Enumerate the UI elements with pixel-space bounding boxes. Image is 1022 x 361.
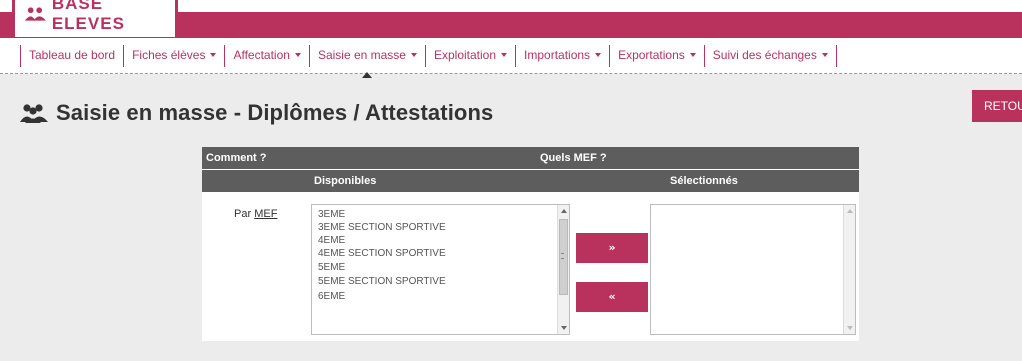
mef-selection-panel: Comment ? Quels MEF ? Disponibles Sélect… xyxy=(202,147,859,341)
header-selected: Sélectionnés xyxy=(670,175,738,187)
page-title: Saisie en masse - Diplômes / Attestation… xyxy=(20,100,493,126)
list-item[interactable]: 4EME SECTION SPORTIVE xyxy=(318,247,446,260)
app-logo[interactable]: BASE ELEVES xyxy=(12,0,178,40)
panel-header: Comment ? Quels MEF ? xyxy=(202,147,859,169)
main-nav-bar: Tableau de bord Fiches élèves Affectatio… xyxy=(0,38,1022,78)
add-selected-button[interactable]: » xyxy=(576,233,648,263)
header-available: Disponibles xyxy=(314,175,377,187)
nav-item-label: Suivi des échanges xyxy=(712,48,817,62)
nav-item-saisie-en-masse[interactable]: Saisie en masse xyxy=(310,45,426,78)
nav-item-suivi-des-echanges[interactable]: Suivi des échanges xyxy=(705,45,837,67)
remove-selected-button[interactable]: « xyxy=(576,282,648,312)
caret-down-icon xyxy=(294,53,301,57)
caret-down-icon xyxy=(821,53,828,57)
scroll-up-arrow-icon[interactable] xyxy=(561,209,567,213)
nav-item-tableau-de-bord[interactable]: Tableau de bord xyxy=(20,45,125,67)
nav-item-label: Exportations xyxy=(618,48,685,62)
header-comment: Comment ? xyxy=(206,152,267,164)
list-item[interactable]: 3EME xyxy=(318,208,345,221)
caret-down-icon xyxy=(689,53,696,57)
nav-item-label: Exploitation xyxy=(433,48,497,62)
selected-mef-list[interactable] xyxy=(650,204,856,335)
nav-item-importations[interactable]: Importations xyxy=(516,45,611,67)
nav-item-fiches-eleves[interactable]: Fiches élèves xyxy=(124,45,226,67)
list-item[interactable]: 5EME xyxy=(318,261,345,274)
list-item[interactable]: 3EME SECTION SPORTIVE xyxy=(318,221,446,234)
nav-item-exportations[interactable]: Exportations xyxy=(610,45,705,67)
list-item[interactable]: 5EME SECTION SPORTIVE xyxy=(318,275,446,288)
mef-abbreviation: MEF xyxy=(254,208,278,220)
caret-down-icon xyxy=(501,53,508,57)
people-group-icon xyxy=(25,7,46,21)
caret-down-icon xyxy=(210,53,217,57)
scroll-up-arrow-icon[interactable] xyxy=(847,209,853,213)
list-scrollbar[interactable] xyxy=(843,205,855,334)
nav-item-affectation[interactable]: Affectation xyxy=(225,45,310,67)
list-item[interactable]: 4EME xyxy=(318,234,345,247)
available-mef-list[interactable]: 3EME 3EME SECTION SPORTIVE 4EME 4EME SEC… xyxy=(311,204,570,335)
caret-down-icon xyxy=(410,53,417,57)
list-scrollbar[interactable] xyxy=(557,205,569,334)
nav-item-label: Fiches élèves xyxy=(132,48,206,62)
row-label: Par MEF xyxy=(234,208,277,220)
list-item[interactable]: 6EME xyxy=(318,290,345,303)
scroll-grip-icon xyxy=(561,253,564,259)
nav-item-label: Affectation xyxy=(233,48,290,62)
people-group-icon xyxy=(20,104,48,123)
top-header: BASE ELEVES xyxy=(0,0,1022,40)
scroll-down-arrow-icon[interactable] xyxy=(847,326,853,330)
active-nav-marker xyxy=(362,72,373,78)
page-title-text: Saisie en masse - Diplômes / Attestation… xyxy=(56,100,494,125)
nav-item-exploitation[interactable]: Exploitation xyxy=(426,45,517,67)
main-nav: Tableau de bord Fiches élèves Affectatio… xyxy=(20,45,837,78)
row-label-prefix: Par xyxy=(234,208,255,220)
back-button[interactable]: RETOUR xyxy=(972,90,1022,122)
logo-text: BASE ELEVES xyxy=(51,0,125,33)
nav-item-label: Saisie en masse xyxy=(317,48,406,62)
scroll-down-arrow-icon[interactable] xyxy=(561,326,567,330)
panel-subheader: Disponibles Sélectionnés xyxy=(202,170,859,192)
nav-item-label: Tableau de bord xyxy=(29,48,116,62)
caret-down-icon xyxy=(595,53,602,57)
nav-item-label: Importations xyxy=(524,48,591,62)
header-mef: Quels MEF ? xyxy=(540,152,607,164)
